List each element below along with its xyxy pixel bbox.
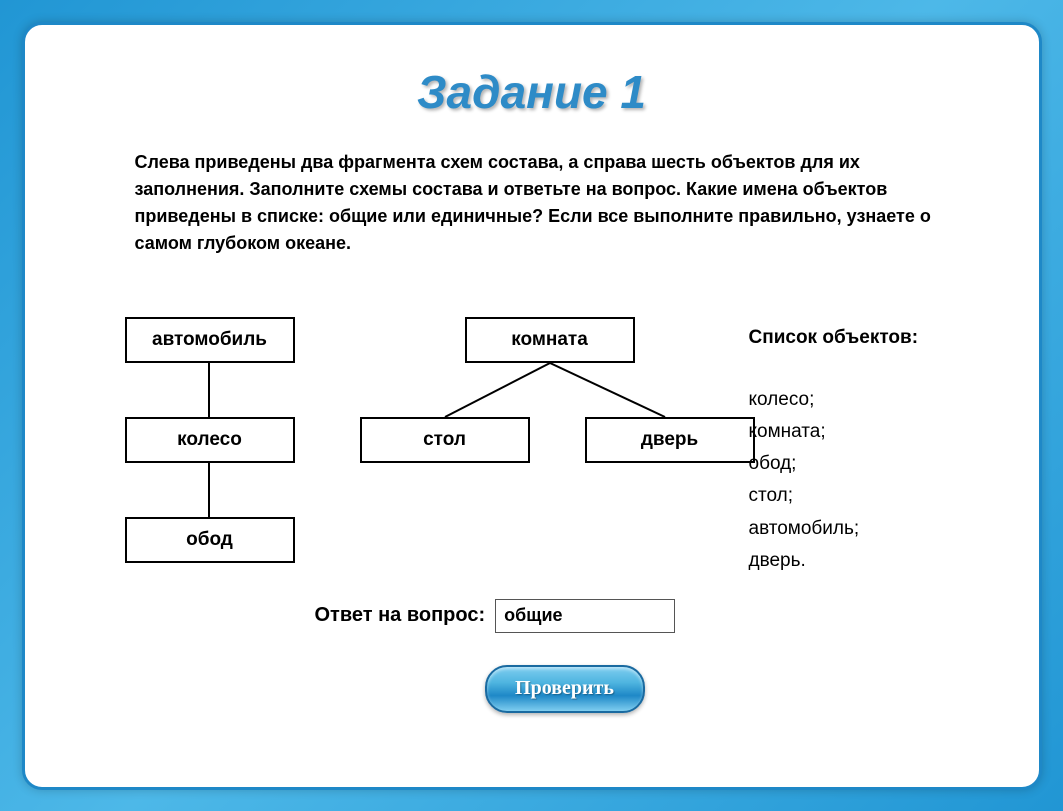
connector-line <box>208 463 210 517</box>
connector-branch <box>435 363 675 418</box>
object-list-panel: Список объектов: колесо; комната; обод; … <box>749 327 979 578</box>
list-item: обод; <box>749 448 979 480</box>
task-frame: Задание 1 Слева приведены два фрагмента … <box>22 22 1042 790</box>
diagram-node-table[interactable]: стол <box>360 417 530 463</box>
connector-line <box>208 363 210 417</box>
object-list-title: Список объектов: <box>749 327 979 349</box>
diagram-node-wheel[interactable]: колесо <box>125 417 295 463</box>
diagram-node-room[interactable]: комната <box>465 317 635 363</box>
list-item: дверь. <box>749 545 979 577</box>
check-button[interactable]: Проверить <box>485 665 645 713</box>
diagram-node-rim[interactable]: обод <box>125 517 295 563</box>
task-instructions: Слева приведены два фрагмента схем соста… <box>135 149 949 257</box>
diagram-node-auto[interactable]: автомобиль <box>125 317 295 363</box>
list-item: комната; <box>749 416 979 448</box>
answer-input[interactable] <box>495 599 675 633</box>
task-title: Задание 1 <box>55 65 1009 119</box>
diagram-node-door[interactable]: дверь <box>585 417 755 463</box>
answer-row: Ответ на вопрос: <box>315 599 676 633</box>
list-item: стол; <box>749 480 979 512</box>
list-item: автомобиль; <box>749 513 979 545</box>
answer-label: Ответ на вопрос: <box>315 604 486 627</box>
list-item: колесо; <box>749 384 979 416</box>
diagram-area: автомобиль колесо обод комната стол двер… <box>55 307 1009 687</box>
object-list: колесо; комната; обод; стол; автомобиль;… <box>749 384 979 578</box>
